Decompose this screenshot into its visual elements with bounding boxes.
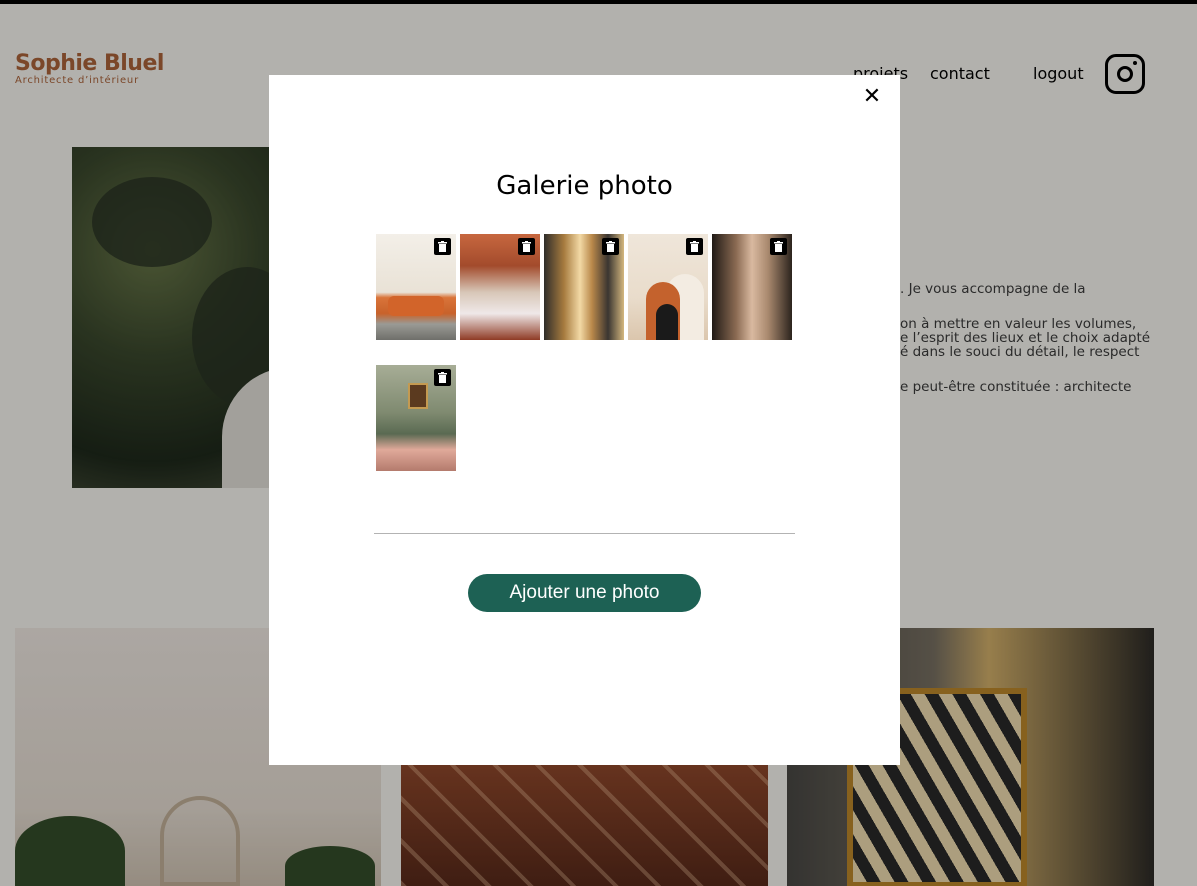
- trash-icon[interactable]: [686, 238, 703, 255]
- sofa: [388, 296, 444, 316]
- modal-title: Galerie photo: [496, 171, 673, 201]
- trash-icon[interactable]: [434, 238, 451, 255]
- trash-icon[interactable]: [770, 238, 787, 255]
- arch-shape: [656, 304, 678, 340]
- gallery-thumbnail: [712, 234, 792, 340]
- gallery-thumbnail: [376, 365, 456, 471]
- modal-separator: [374, 533, 795, 534]
- add-photo-button[interactable]: Ajouter une photo: [468, 574, 701, 612]
- gallery-thumbnail: [628, 234, 708, 340]
- close-icon[interactable]: ✕: [861, 86, 883, 108]
- gallery-thumbnail: [544, 234, 624, 340]
- gallery-thumbnail: [376, 234, 456, 340]
- gallery-modal: ✕ Galerie photo Ajouter une photo: [269, 75, 900, 765]
- trash-icon[interactable]: [518, 238, 535, 255]
- trash-icon[interactable]: [434, 369, 451, 386]
- gallery-thumbnail: [460, 234, 540, 340]
- trash-icon[interactable]: [602, 238, 619, 255]
- picture-frame: [408, 383, 428, 409]
